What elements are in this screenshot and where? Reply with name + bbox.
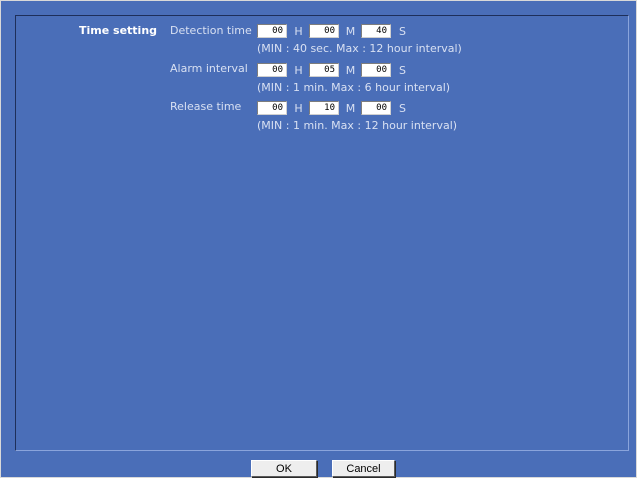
- settings-window: Time setting Detection time H M S (MIN :…: [0, 0, 637, 478]
- seconds-unit-label: S: [399, 63, 406, 77]
- alarm-interval-label: Alarm interval: [170, 62, 248, 75]
- minutes-unit-label: M: [345, 24, 356, 38]
- cancel-button[interactable]: Cancel: [332, 460, 395, 477]
- alarm-minutes-input[interactable]: [309, 63, 339, 77]
- alarm-interval-fields: H M S: [257, 62, 413, 78]
- minutes-unit-label: M: [345, 101, 356, 115]
- release-hours-input[interactable]: [257, 101, 287, 115]
- section-title: Time setting: [79, 24, 158, 37]
- minutes-unit-label: M: [345, 63, 356, 77]
- release-time-label: Release time: [170, 100, 242, 113]
- detection-hours-input[interactable]: [257, 24, 287, 38]
- detection-time-label: Detection time: [170, 24, 252, 37]
- hours-unit-label: H: [294, 63, 303, 77]
- release-time-fields: H M S: [257, 100, 413, 116]
- detection-minutes-input[interactable]: [309, 24, 339, 38]
- alarm-hours-input[interactable]: [257, 63, 287, 77]
- hours-unit-label: H: [294, 24, 303, 38]
- ok-button[interactable]: OK: [251, 460, 317, 477]
- detection-time-fields: H M S: [257, 23, 413, 39]
- detection-seconds-input[interactable]: [361, 24, 391, 38]
- hours-unit-label: H: [294, 101, 303, 115]
- release-time-hint: (MIN : 1 min. Max : 12 hour interval): [257, 119, 458, 132]
- seconds-unit-label: S: [399, 101, 406, 115]
- alarm-seconds-input[interactable]: [361, 63, 391, 77]
- alarm-interval-hint: (MIN : 1 min. Max : 6 hour interval): [257, 81, 451, 94]
- detection-time-hint: (MIN : 40 sec. Max : 12 hour interval): [257, 42, 462, 55]
- release-seconds-input[interactable]: [361, 101, 391, 115]
- seconds-unit-label: S: [399, 24, 406, 38]
- release-minutes-input[interactable]: [309, 101, 339, 115]
